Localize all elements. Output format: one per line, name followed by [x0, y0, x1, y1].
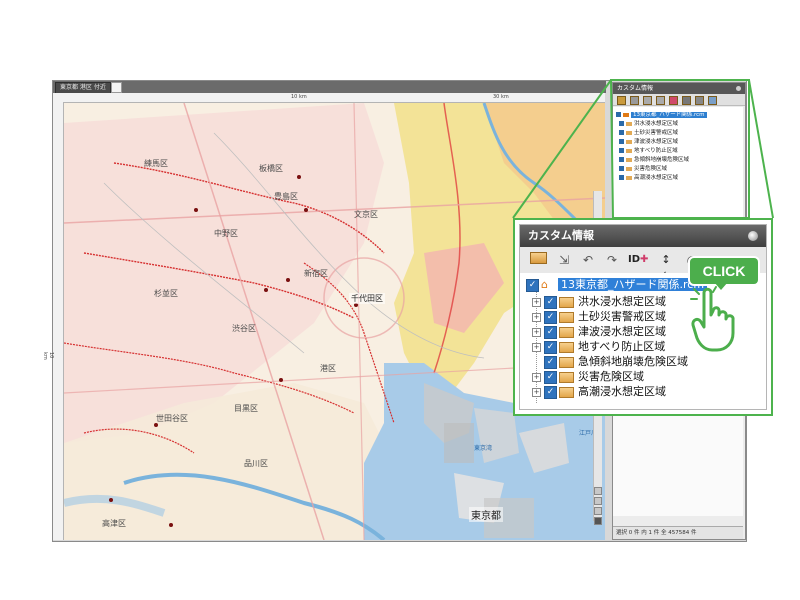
folder-icon: [559, 326, 574, 338]
checkbox[interactable]: ✓: [544, 340, 557, 354]
expand-icon[interactable]: +: [532, 342, 541, 352]
tree-item-label: 災害危険区域: [578, 370, 644, 383]
expand-icon[interactable]: +: [532, 297, 541, 307]
tree-item-label: 津波浸水想定区域: [578, 325, 666, 338]
id-icon-text: ID: [628, 254, 641, 265]
checkbox[interactable]: ✓: [544, 325, 557, 339]
click-callout: CLICK: [690, 258, 758, 284]
zoom-panel-header: カスタム情報: [520, 225, 766, 247]
zoom-panel-title: カスタム情報: [528, 229, 594, 242]
tree-item[interactable]: + ✓ 地すべり防止区域: [532, 339, 665, 354]
tree-item[interactable]: + ✓ 高潮浸水想定区域: [532, 384, 666, 399]
folder-icon: [559, 371, 574, 383]
checkbox[interactable]: ✓: [544, 355, 557, 369]
checkbox[interactable]: ✓: [544, 370, 557, 384]
folder-icon: [559, 311, 574, 323]
panel-menu-icon[interactable]: [748, 231, 758, 241]
expand-icon[interactable]: +: [532, 312, 541, 322]
folder-icon: [559, 296, 574, 308]
tree-item-label: 土砂災害警戒区域: [578, 310, 666, 323]
folder-icon: [559, 386, 574, 398]
tree-root-label: 13東京都_ハザード関係.rcm: [558, 278, 708, 291]
checkbox[interactable]: ✓: [544, 310, 557, 324]
checkbox[interactable]: ✓: [526, 278, 539, 292]
pointing-hand-icon: [690, 286, 735, 352]
tree-item-label: 高潮浸水想定区域: [578, 385, 666, 398]
undo-icon[interactable]: ↶: [578, 251, 598, 269]
folder-icon: [559, 341, 574, 353]
import-icon[interactable]: ⇲: [554, 251, 574, 269]
tree-item[interactable]: + ✓ 洪水浸水想定区域: [532, 294, 666, 309]
expand-icon[interactable]: +: [532, 327, 541, 337]
redo-icon[interactable]: ↷: [602, 251, 622, 269]
tree-item-label: 地すべり防止区域: [578, 340, 666, 353]
id-add-icon[interactable]: ID✚: [628, 251, 648, 269]
tree-item-label: 急傾斜地崩壊危険区域: [578, 355, 688, 368]
tree-item[interactable]: + ✓ 土砂災害警戒区域: [532, 309, 666, 324]
expand-icon[interactable]: +: [532, 372, 541, 382]
folder-icon: [559, 356, 574, 368]
tree-item-label: 洪水浸水想定区域: [578, 295, 666, 308]
checkbox[interactable]: ✓: [544, 385, 557, 399]
tree-item[interactable]: + ✓ 津波浸水想定区域: [532, 324, 666, 339]
expand-icon[interactable]: +: [532, 387, 541, 397]
tree-root[interactable]: ✓ ⌂ 13東京都_ハザード関係.rcm: [526, 277, 708, 292]
tree-item[interactable]: ✓ 急傾斜地崩壊危険区域: [532, 354, 688, 369]
tree-item[interactable]: + ✓ 災害危険区域: [532, 369, 644, 384]
checkbox[interactable]: ✓: [544, 295, 557, 309]
expand-icon: [532, 358, 541, 367]
folder-icon[interactable]: [528, 251, 548, 269]
name-label-icon[interactable]: ↕名: [656, 251, 676, 284]
home-icon: ⌂: [541, 278, 548, 291]
